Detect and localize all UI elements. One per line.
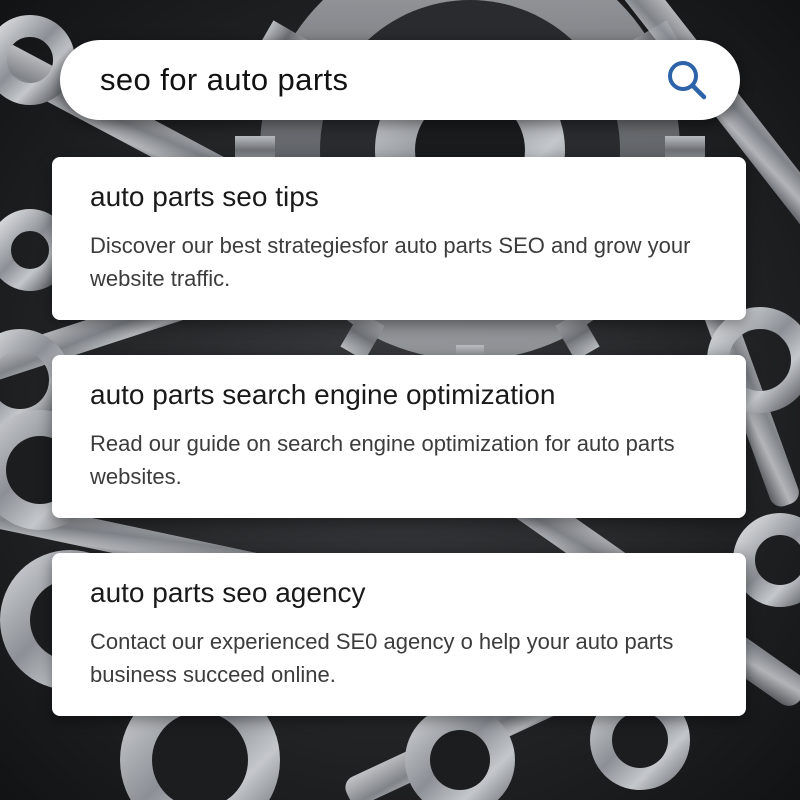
result-description: Discover our best strategiesfor auto par…: [90, 233, 691, 291]
search-input[interactable]: seo for auto parts: [100, 40, 348, 120]
search-result-card[interactable]: auto parts seo tips Discover our best st…: [52, 157, 746, 320]
result-title[interactable]: auto parts search engine optimization: [90, 379, 555, 411]
result-description: Read our guide on search engine optimiza…: [90, 431, 675, 489]
search-icon[interactable]: [664, 57, 710, 103]
result-title[interactable]: auto parts seo agency: [90, 577, 366, 609]
result-title[interactable]: auto parts seo tips: [90, 181, 319, 213]
search-bar[interactable]: seo for auto parts: [60, 40, 740, 120]
search-result-card[interactable]: auto parts search engine optimization Re…: [52, 355, 746, 518]
result-description: Contact our experienced SE0 agency o hel…: [90, 629, 674, 687]
search-result-card[interactable]: auto parts seo agency Contact our experi…: [52, 553, 746, 716]
